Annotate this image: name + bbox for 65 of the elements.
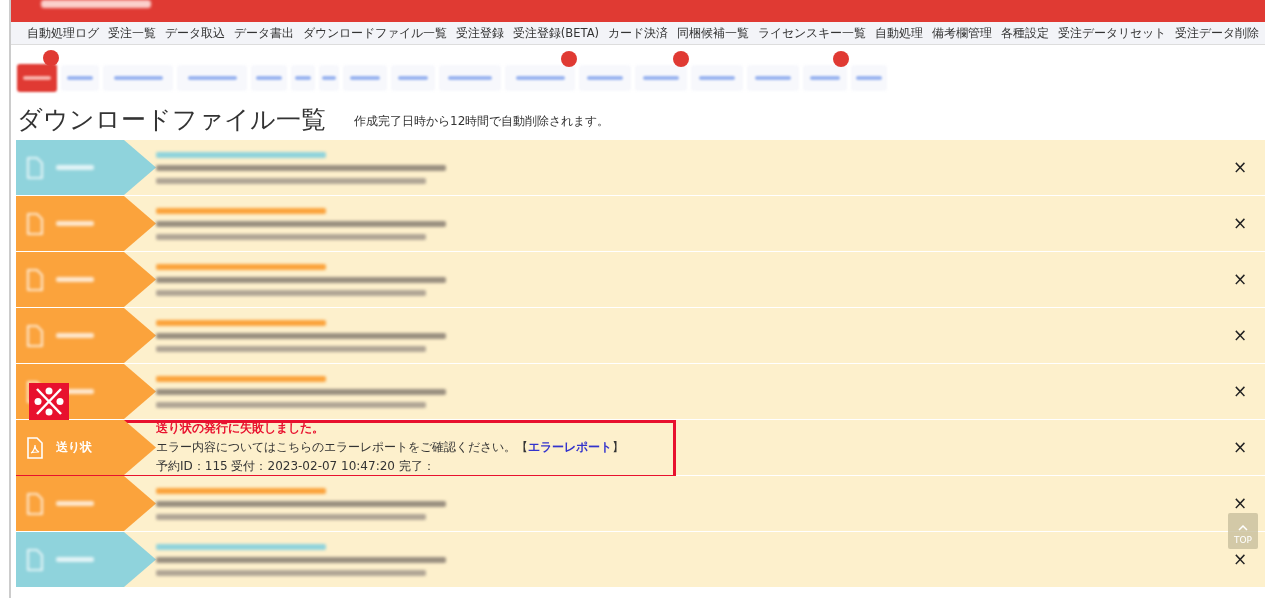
blurred-button[interactable] <box>251 65 287 91</box>
blurred-button[interactable] <box>851 65 887 91</box>
blurred-text <box>56 277 94 282</box>
blurred-button[interactable] <box>177 65 247 91</box>
blurred-button[interactable] <box>439 65 501 91</box>
nav-item[interactable]: 受注一覧 <box>107 25 156 41</box>
nav-item[interactable]: 受注登録(BETA) <box>512 25 599 41</box>
reference-mark-icon <box>29 383 69 420</box>
close-button[interactable]: × <box>1230 159 1250 176</box>
error-message: エラー内容についてはこちらのエラーレポートをご確認ください。【エラーレポート】 <box>156 439 625 456</box>
nav-item[interactable]: 受注データリセット <box>1058 25 1166 41</box>
blurred-button[interactable] <box>635 65 687 91</box>
blurred-button[interactable] <box>803 65 847 91</box>
close-button[interactable]: × <box>1230 383 1250 400</box>
nav-item[interactable]: データ書出 <box>233 25 294 41</box>
blurred-button[interactable] <box>747 65 799 91</box>
blurred-text <box>56 165 94 170</box>
blurred-button[interactable] <box>17 64 57 92</box>
nav-item[interactable]: 受注データ削除 <box>1175 25 1259 41</box>
close-button[interactable]: × <box>1230 495 1250 512</box>
entry-meta: 予約ID：115 受付：2023-02-07 10:47:20 完了： <box>156 458 436 475</box>
blurred-button[interactable] <box>391 65 435 91</box>
close-button[interactable]: × <box>1230 439 1250 456</box>
blurred-button[interactable] <box>319 65 339 91</box>
document-icon <box>26 324 44 347</box>
blurred-button[interactable] <box>291 65 315 91</box>
page-note: 作成完了日時から12時間で自動削除されます。 <box>354 113 610 130</box>
blurred-button[interactable] <box>61 65 99 91</box>
document-icon <box>26 212 44 235</box>
notification-badge <box>833 51 849 67</box>
document-icon <box>26 492 44 515</box>
error-report-link[interactable]: エラーレポート <box>528 440 612 454</box>
chevron-up-icon <box>1238 525 1248 531</box>
blurred-button[interactable] <box>505 65 575 91</box>
blurred-button[interactable] <box>691 65 743 91</box>
nav-item[interactable]: ライセンスキー一覧 <box>758 25 866 41</box>
nav-item[interactable]: 受注登録 <box>455 25 504 41</box>
blurred-text <box>56 333 94 338</box>
blurred-text <box>56 557 94 562</box>
close-button[interactable]: × <box>1230 551 1250 568</box>
nav-item[interactable]: 同梱候補一覧 <box>677 25 749 41</box>
document-icon <box>26 156 44 179</box>
blurred-text <box>56 221 94 226</box>
nav-item[interactable]: データ取込 <box>164 25 225 41</box>
blurred-button[interactable] <box>579 65 631 91</box>
document-icon <box>26 268 44 291</box>
blurred-button[interactable] <box>343 65 387 91</box>
nav-item[interactable]: 自動処理ログ <box>26 25 99 41</box>
nav-item[interactable]: 備考欄管理 <box>932 25 992 41</box>
close-button[interactable]: × <box>1230 215 1250 232</box>
close-button[interactable]: × <box>1230 327 1250 344</box>
blurred-button[interactable] <box>103 65 173 91</box>
document-icon <box>26 548 44 571</box>
page-title: ダウンロードファイル一覧 <box>17 104 326 136</box>
nav-item[interactable]: ダウンロードファイル一覧 <box>302 25 447 41</box>
notification-badge <box>43 50 59 66</box>
file-type-tag: 送り状 <box>16 420 156 475</box>
close-button[interactable]: × <box>1230 271 1250 288</box>
document-icon <box>26 436 44 459</box>
notification-badge <box>561 51 577 67</box>
blurred-text <box>56 501 94 506</box>
nav-item[interactable]: 各種設定 <box>1001 25 1049 41</box>
nav-item[interactable]: カード決済 <box>608 25 668 41</box>
nav-item[interactable]: 自動処理 <box>875 25 923 41</box>
notification-badge <box>673 51 689 67</box>
